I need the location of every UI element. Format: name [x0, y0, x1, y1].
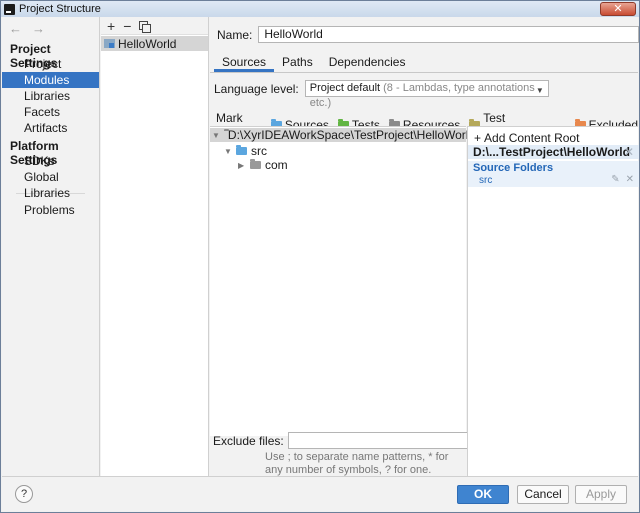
exclude-files-label: Exclude files:: [213, 433, 284, 448]
module-item-helloworld[interactable]: HelloWorld: [101, 36, 208, 51]
content-roots-panel: + Add Content Root D:\...TestProject\Hel…: [467, 126, 639, 476]
apply-button[interactable]: Apply: [575, 485, 627, 504]
dialog-footer: ? OK Cancel Apply: [2, 476, 638, 511]
forward-arrow-icon[interactable]: →: [32, 21, 45, 36]
tree-row-src[interactable]: ▼ src: [224, 144, 267, 158]
remove-root-icon[interactable]: ✕: [624, 145, 634, 159]
intellij-icon: [4, 3, 15, 15]
source-tree: ▼ D:\XyrIDEAWorkSpace\TestProject\HelloW…: [210, 126, 475, 436]
nav-arrows: ← →: [2, 17, 99, 39]
source-folder-icon: [236, 145, 247, 155]
project-settings-header: Project Settings: [10, 42, 58, 70]
tree-com-label: com: [265, 158, 288, 172]
content-root-path-label: D:\...TestProject\HelloWorld: [473, 145, 630, 159]
nav-item-problems[interactable]: Problems: [2, 202, 99, 218]
exclude-files-hint: Use ; to separate name patterns, * for a…: [265, 451, 449, 476]
tab-paths[interactable]: Paths: [274, 55, 321, 71]
settings-nav: ← → Project Settings Project Modules Lib…: [2, 17, 100, 476]
tab-dependencies[interactable]: Dependencies: [321, 55, 414, 71]
module-folder-icon: [104, 39, 115, 48]
tree-row-com[interactable]: ▶ com: [238, 158, 288, 172]
source-folder-tools: ✎ ✕: [611, 174, 634, 185]
remove-icon[interactable]: ✕: [626, 174, 634, 185]
close-button[interactable]: ✕: [600, 2, 636, 16]
module-settings-panel: Name: HelloWorld Sources Paths Dependenc…: [210, 17, 640, 476]
title-bar: Project Structure ✕: [1, 1, 639, 17]
help-button[interactable]: ?: [15, 485, 33, 503]
collapse-triangle-icon[interactable]: ▼: [212, 131, 220, 140]
remove-icon[interactable]: −: [123, 18, 131, 34]
tree-src-label: src: [251, 144, 267, 158]
ok-button[interactable]: OK: [457, 485, 509, 504]
nav-item-libraries[interactable]: Libraries: [2, 88, 99, 104]
tab-sources[interactable]: Sources: [214, 55, 275, 72]
nav-item-facets[interactable]: Facets: [2, 104, 99, 120]
collapse-triangle-icon[interactable]: ▼: [224, 147, 232, 156]
edit-pencil-icon[interactable]: ✎: [611, 174, 619, 185]
back-arrow-icon[interactable]: ←: [9, 21, 22, 36]
module-list-panel: + − HelloWorld: [101, 17, 209, 476]
language-level-select[interactable]: Project default (8 - Lambdas, type annot…: [304, 80, 549, 109]
expand-triangle-icon[interactable]: ▶: [238, 161, 246, 170]
dropdown-arrow-icon: ▼: [535, 86, 544, 95]
tree-root-label: D:\XyrIDEAWorkSpace\TestProject\HelloWor…: [227, 128, 476, 142]
language-level-label: Language level:: [214, 81, 299, 96]
language-level-row: Language level: Project default (8 - Lam…: [214, 80, 549, 109]
add-content-root-button[interactable]: + Add Content Root: [474, 131, 579, 145]
name-row: Name: HelloWorld: [217, 26, 640, 43]
cancel-button[interactable]: Cancel: [517, 485, 569, 504]
exclude-files-row: Exclude files:: [213, 432, 483, 449]
exclude-files-input[interactable]: [287, 432, 483, 449]
nav-item-modules[interactable]: Modules: [2, 72, 99, 88]
name-input[interactable]: HelloWorld: [258, 26, 640, 43]
language-level-value: Project default: [309, 82, 381, 94]
module-item-label: HelloWorld: [118, 36, 177, 51]
project-structure-window: Project Structure ✕ ← → Project Settings…: [0, 0, 640, 513]
content-root-path[interactable]: D:\...TestProject\HelloWorld ✕: [468, 145, 639, 159]
nav-item-global-libraries[interactable]: Global Libraries: [2, 169, 99, 200]
tree-row-root[interactable]: ▼ D:\XyrIDEAWorkSpace\TestProject\HelloW…: [210, 128, 475, 142]
window-title: Project Structure: [19, 3, 101, 15]
platform-settings-header: Platform Settings: [10, 139, 59, 167]
source-folders-title: Source Folders: [473, 162, 554, 174]
source-folders-box: Source Folders src ✎ ✕: [468, 161, 639, 187]
module-tabs: Sources Paths Dependencies: [214, 55, 414, 72]
add-content-root-label: Add Content Root: [484, 131, 580, 145]
add-icon: +: [474, 131, 482, 145]
nav-item-artifacts[interactable]: Artifacts: [2, 120, 99, 136]
dialog-body: ← → Project Settings Project Modules Lib…: [2, 17, 640, 511]
package-icon: [250, 159, 261, 169]
module-toolbar: + −: [101, 17, 208, 35]
copy-icon[interactable]: [139, 21, 152, 33]
name-label: Name:: [217, 27, 253, 42]
add-icon[interactable]: +: [107, 18, 115, 34]
tab-divider: [210, 72, 638, 73]
